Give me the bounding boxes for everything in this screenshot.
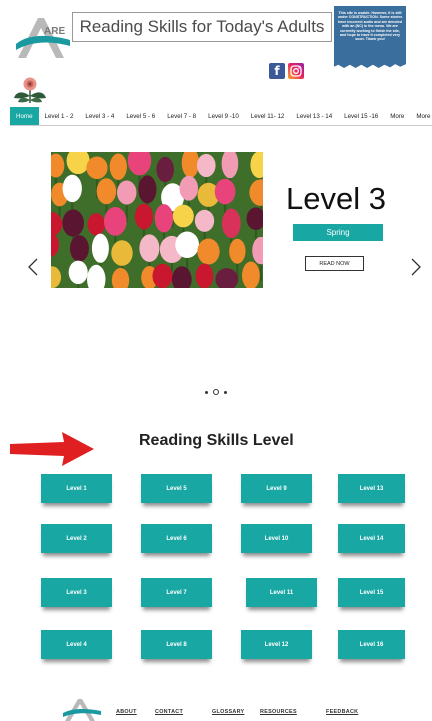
level-button[interactable]: Level 16 [338, 630, 405, 659]
nav-item[interactable]: Level 1 - 2 [39, 107, 80, 125]
nav-item[interactable]: Level 15 -16 [338, 107, 384, 125]
level-button[interactable]: Level 15 [338, 578, 405, 607]
footer-link[interactable]: RESOURCES [260, 709, 297, 715]
slide-dot[interactable] [213, 389, 219, 395]
nav-divider [10, 125, 432, 126]
footer-link[interactable]: GLOSSARY [212, 709, 244, 715]
level-button[interactable]: Level 13 [338, 474, 405, 503]
prev-slide-arrow-icon[interactable] [28, 258, 38, 276]
slide-dot[interactable] [205, 390, 208, 394]
level-button[interactable]: Level 3 [41, 578, 112, 607]
slide-dot[interactable] [224, 390, 227, 394]
flower-icon [14, 77, 46, 103]
level-button[interactable]: Level 9 [241, 474, 312, 503]
slide-subtitle: Spring [293, 224, 383, 241]
read-now-button[interactable]: READ NOW [305, 256, 364, 271]
level-button[interactable]: Level 6 [141, 524, 212, 553]
footer-link[interactable]: ABOUT [116, 709, 137, 715]
nav-item[interactable]: More [410, 107, 432, 125]
level-button[interactable]: Level 1 [41, 474, 112, 503]
level-button[interactable]: Level 2 [41, 524, 112, 553]
nav-item[interactable]: More [384, 107, 410, 125]
slide-dots [205, 389, 227, 395]
levels-heading: Reading Skills Level [139, 432, 294, 449]
instagram-icon[interactable] [288, 63, 304, 79]
nav-item[interactable]: Level 9 -10 [202, 107, 245, 125]
level-button[interactable]: Level 12 [241, 630, 312, 659]
social-links: f [269, 63, 304, 79]
nav-item[interactable]: Level 7 - 8 [161, 107, 202, 125]
facebook-icon[interactable]: f [269, 63, 285, 79]
level-button[interactable]: Level 4 [41, 630, 112, 659]
level-button[interactable]: Level 10 [241, 524, 312, 553]
nav-item[interactable]: Home [10, 107, 39, 125]
footer-logo[interactable] [62, 696, 102, 721]
slide-title: Level 3 [286, 181, 386, 216]
logo-text: ARE [44, 26, 65, 37]
main-nav: Home Level 1 - 2 Level 3 - 4 Level 5 - 6 Lev… [10, 107, 432, 125]
nav-item[interactable]: Level 3 - 4 [79, 107, 120, 125]
nav-item[interactable]: Level 5 - 6 [120, 107, 161, 125]
level-button[interactable]: Level 7 [141, 578, 212, 607]
footer-link[interactable]: FEEDBACK [326, 709, 358, 715]
level-button[interactable]: Level 11 [246, 578, 317, 607]
nav-item[interactable]: Level 13 - 14 [290, 107, 338, 125]
construction-notice: This site is usable. However, it is stil… [334, 6, 406, 69]
tulip-image [51, 152, 263, 288]
site-title: Reading Skills for Today's Adults [72, 12, 332, 42]
level-button[interactable]: Level 14 [338, 524, 405, 553]
nav-item[interactable]: Level 11- 12 [245, 107, 291, 125]
level-button[interactable]: Level 8 [141, 630, 212, 659]
red-arrow-icon [10, 432, 94, 466]
level-button[interactable]: Level 5 [141, 474, 212, 503]
next-slide-arrow-icon[interactable] [411, 258, 421, 276]
are-logo[interactable]: ARE [14, 14, 72, 60]
footer-link[interactable]: CONTACT [155, 709, 183, 715]
